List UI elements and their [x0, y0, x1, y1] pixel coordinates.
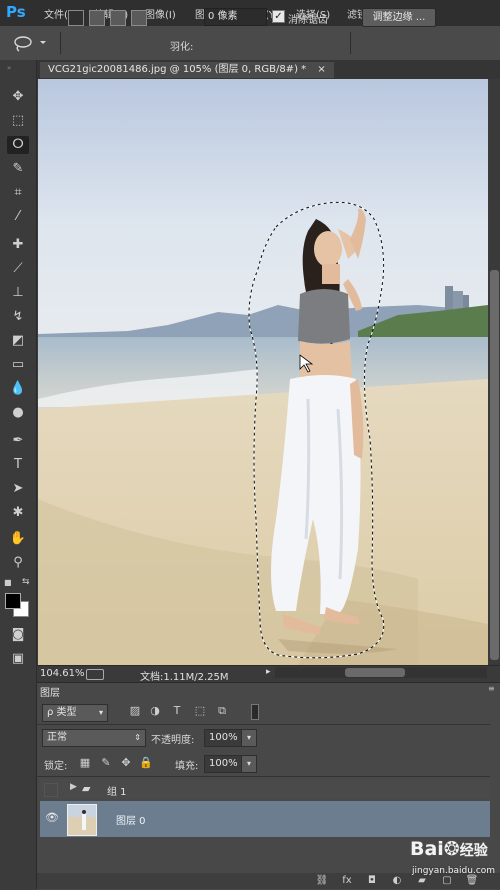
document-tab-title: VCG21gic20081486.jpg @ 105% (图层 0, RGB/8… [48, 64, 307, 75]
filter-toggle-switch[interactable] [251, 704, 259, 720]
history-brush-tool-icon[interactable]: ↯ [7, 308, 29, 326]
watermark-url: jingyan.baidu.com [412, 866, 496, 876]
adjustment-layer-icon[interactable]: ◐ [390, 875, 404, 887]
eyedropper-tool-icon[interactable]: ⁄ [7, 208, 29, 226]
layer-thumbnail [67, 804, 97, 836]
watermark-suffix: 经验 [459, 843, 488, 859]
new-selection-button[interactable] [68, 10, 84, 26]
pen-tool-icon[interactable]: ✒ [7, 432, 29, 450]
lock-image-pixels-icon[interactable]: ✎ [99, 756, 113, 770]
options-divider [350, 32, 351, 54]
beach-photo [38, 79, 488, 665]
options-divider [60, 32, 61, 54]
document-size: 文档:1.11M/2.25M [140, 672, 229, 683]
horizontal-scroll-thumb[interactable] [345, 668, 405, 677]
baidu-watermark: Bai❂经验 jingyan.baidu.com [408, 832, 498, 882]
layer-filter-dropdown[interactable]: ρ 类型 ▾ [42, 704, 108, 722]
feather-input[interactable]: 0 像素 [204, 8, 267, 26]
photoshop-logo: Ps [6, 3, 26, 21]
vertical-scroll-thumb[interactable] [490, 270, 499, 660]
layer-name[interactable]: 组 1 [107, 783, 127, 798]
filter-shape-icon[interactable]: ⬚ [193, 704, 207, 718]
move-tool-icon[interactable]: ✥ [7, 88, 29, 106]
link-layers-icon[interactable]: ⛓ [315, 875, 329, 887]
tool-preset-picker[interactable] [10, 34, 50, 52]
layers-panel-tab[interactable]: 图层 [40, 684, 60, 699]
chevron-down-icon: ▾ [98, 708, 103, 717]
layer-name[interactable]: 图层 0 [116, 812, 146, 827]
intersect-selection-button[interactable] [131, 10, 147, 26]
zoom-level[interactable]: 104.61% [40, 668, 85, 679]
visibility-toggle-empty[interactable] [44, 783, 58, 797]
healing-brush-tool-icon[interactable]: ✚ [7, 236, 29, 254]
menu-image[interactable]: 图像(I) [145, 6, 176, 21]
lasso-tool-icon[interactable]: ⵔ [7, 136, 29, 154]
divider [37, 776, 490, 777]
zoom-tool-icon[interactable]: ⚲ [7, 554, 29, 572]
close-tab-icon[interactable]: × [317, 64, 325, 75]
foreground-color-swatch[interactable] [5, 593, 21, 609]
blend-mode-value: 正常 [47, 732, 67, 743]
options-bar [0, 26, 500, 61]
crop-tool-icon[interactable]: ⌗ [7, 184, 29, 202]
brush-tool-icon[interactable]: ⟋ [7, 260, 29, 278]
swap-colors-icon[interactable]: ⇆ [22, 577, 30, 587]
opacity-slider-toggle[interactable]: ▾ [241, 729, 257, 747]
subtract-from-selection-button[interactable] [110, 10, 126, 26]
document-tab[interactable]: VCG21gic20081486.jpg @ 105% (图层 0, RGB/8… [40, 62, 334, 78]
chevron-down-icon: ⇕ [134, 733, 141, 742]
feather-label: 羽化: [170, 42, 194, 53]
layer-filter-label: ρ 类型 [47, 707, 77, 718]
default-colors-icon[interactable]: ■ [4, 578, 12, 587]
type-tool-icon[interactable]: T [7, 456, 29, 474]
lock-transparent-pixels-icon[interactable]: ▦ [78, 756, 92, 770]
quick-mask-icon[interactable]: ◙ [7, 626, 29, 644]
clone-stamp-tool-icon[interactable]: ⊥ [7, 284, 29, 302]
marquee-tool-icon[interactable]: ⬚ [7, 112, 29, 130]
gradient-tool-icon[interactable]: ▭ [7, 356, 29, 374]
filter-type-icon[interactable]: T [170, 704, 184, 718]
filter-smart-object-icon[interactable]: ⧉ [215, 704, 229, 718]
fill-input[interactable]: 100% [204, 755, 242, 773]
blur-tool-icon[interactable]: 💧 [7, 380, 29, 398]
lasso-icon [14, 36, 46, 52]
antialias-label: 消除锯齿 [288, 15, 328, 26]
filter-adjustment-icon[interactable]: ◑ [148, 704, 162, 718]
fill-slider-toggle[interactable]: ▾ [241, 755, 257, 773]
fill-label: 填充: [175, 761, 199, 772]
add-mask-icon[interactable]: ◘ [365, 875, 379, 887]
add-to-selection-button[interactable] [89, 10, 105, 26]
dodge-tool-icon[interactable]: ● [7, 404, 29, 422]
lock-all-icon[interactable]: 🔒 [139, 756, 153, 770]
hand-tool-icon[interactable]: ✋ [7, 530, 29, 548]
eye-icon[interactable]: 👁 [45, 811, 59, 824]
screen-mode-icon[interactable]: ▣ [7, 650, 29, 668]
paw-icon: ❂ [443, 838, 460, 860]
folder-icon: ▰ [82, 782, 91, 795]
expand-arrow-icon[interactable]: ▶ [70, 782, 77, 792]
opacity-label: 不透明度: [151, 735, 195, 746]
layer-style-icon[interactable]: fx [340, 875, 354, 887]
panel-menu-icon[interactable]: ≡ [488, 684, 495, 693]
document-canvas[interactable] [38, 79, 488, 665]
status-menu-arrow-icon[interactable]: ▸ [266, 667, 271, 677]
antialias-checkbox[interactable]: ✓ [272, 10, 285, 23]
blend-mode-dropdown[interactable]: 正常 ⇕ [42, 729, 146, 747]
shape-tool-icon[interactable]: ✱ [7, 504, 29, 522]
opacity-input[interactable]: 100% [204, 729, 242, 747]
refine-edge-button[interactable]: 调整边缘 ... [362, 8, 436, 27]
status-info-icon[interactable] [86, 669, 104, 680]
filter-pixel-icon[interactable]: ▨ [128, 704, 142, 718]
watermark-brand: Bai [410, 838, 444, 860]
path-selection-tool-icon[interactable]: ➤ [7, 480, 29, 498]
quick-selection-tool-icon[interactable]: ✎ [7, 160, 29, 178]
lock-position-icon[interactable]: ✥ [119, 756, 133, 770]
eraser-tool-icon[interactable]: ◩ [7, 332, 29, 350]
lock-label: 锁定: [44, 761, 68, 772]
panel-collapse-icon[interactable]: » [7, 64, 29, 72]
divider [37, 724, 490, 725]
